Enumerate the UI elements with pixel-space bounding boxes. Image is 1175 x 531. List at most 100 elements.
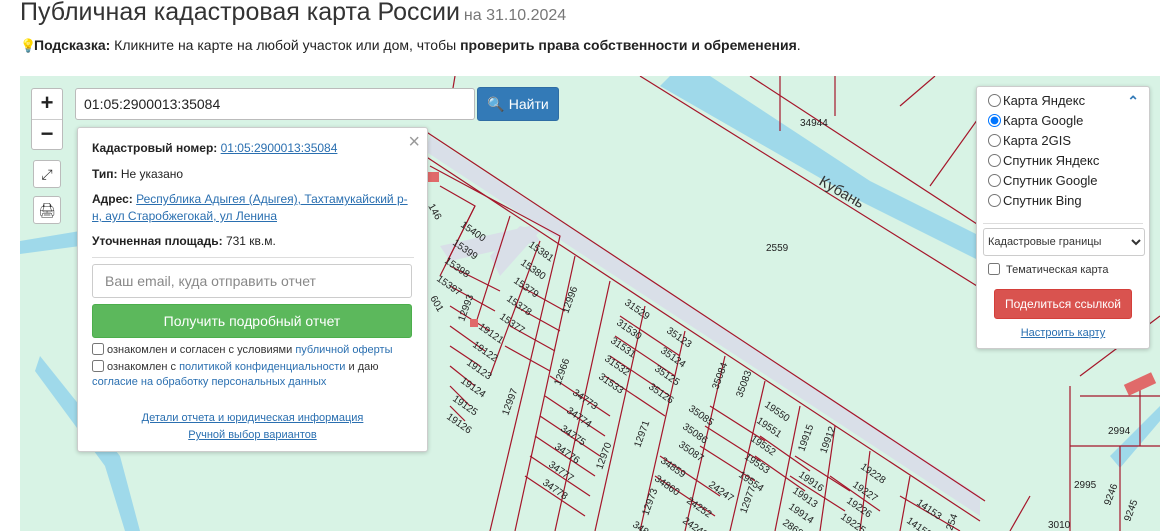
parcel-label: 34944 — [800, 118, 828, 129]
layer-radio[interactable] — [988, 194, 1001, 207]
cadastral-map[interactable]: 34944 2559 146 15400 15399 15398 15397 601 15381… — [20, 76, 1160, 531]
parcel-label: 9246 — [1102, 482, 1120, 507]
address-label: Адрес: — [92, 192, 133, 206]
layer-option-label: Спутник Bing — [1003, 193, 1082, 208]
layer-option[interactable]: Карта Google — [988, 111, 1083, 131]
river-kuban — [660, 76, 980, 261]
layer-radio[interactable] — [988, 154, 1001, 167]
parcel-label: 2559 — [766, 243, 789, 254]
thematic-map-label: Тематическая карта — [1006, 264, 1109, 276]
type-label: Тип: — [92, 167, 118, 181]
hint-label: Подсказка: — [34, 37, 111, 53]
search-button[interactable]: 🔍 Найти — [477, 87, 559, 121]
parcel-label: 12977 — [738, 485, 758, 515]
chevron-up-icon[interactable]: ⌃ — [1127, 93, 1139, 110]
privacy-consent: ознакомлен с политикой конфиденциальност… — [92, 360, 414, 390]
hint-end: . — [796, 37, 801, 53]
layer-option-label: Спутник Яндекс — [1003, 153, 1100, 168]
privacy-link[interactable]: политикой конфиденциальности — [179, 361, 345, 373]
manual-select-link[interactable]: Ручной выбор вариантов — [188, 429, 316, 441]
address-link[interactable]: Республика Адыгея (Адыгея), Тахтамукайск… — [92, 192, 408, 223]
parcel-label: 35084 — [710, 361, 730, 391]
building-marker — [427, 172, 439, 182]
type-row: Тип: Не указано — [92, 166, 414, 183]
layers-panel: ⌃ Карта Яндекс Карта Google Карта 2GIS Спут… — [976, 86, 1150, 349]
hint-bold: проверить права собственности и обремене… — [460, 37, 797, 53]
lightbulb-icon: 💡 — [20, 38, 37, 53]
page-title: Публичная кадастровая карта России на 31.… — [20, 0, 566, 27]
printer-icon: 🖨 — [38, 202, 56, 218]
parcel-label: 146 — [425, 202, 443, 222]
privacy-consent-checkbox[interactable] — [92, 360, 104, 372]
parcel-label: 254 — [944, 512, 960, 531]
layer-option-label: Спутник Google — [1003, 173, 1098, 188]
get-report-button[interactable]: Получить подробный отчет — [92, 304, 412, 338]
offer-consent: ознакомлен и согласен с условиями публич… — [92, 343, 414, 358]
privacy-consent-text: ознакомлен с — [107, 361, 180, 373]
parcel-label: 12966 — [552, 357, 572, 387]
divider — [92, 257, 414, 258]
parcel-label: 12971 — [632, 419, 652, 449]
thematic-map-checkbox[interactable] — [988, 263, 1000, 275]
parcel-label: 12996 — [560, 285, 580, 315]
email-field[interactable] — [92, 264, 412, 298]
offer-consent-checkbox[interactable] — [92, 343, 104, 355]
configure-map-link[interactable]: Настроить карту — [977, 327, 1149, 339]
parcel-label: 19915 — [796, 423, 816, 453]
fullscreen-button[interactable]: ⤢ — [33, 160, 61, 188]
address-row: Адрес: Республика Адыгея (Адыгея), Тахта… — [92, 191, 414, 225]
share-link-button[interactable]: Поделиться ссылкой — [994, 289, 1132, 319]
layer-option[interactable]: Спутник Google — [988, 171, 1098, 191]
layer-radio[interactable] — [988, 114, 1001, 127]
offer-link[interactable]: публичной оферты — [295, 344, 392, 356]
zoom-control: + − — [31, 88, 63, 150]
type-value: Не указано — [120, 167, 184, 181]
parcel-label: 2994 — [1108, 426, 1131, 437]
zoom-out-button[interactable]: − — [32, 119, 62, 150]
layer-radio[interactable] — [988, 174, 1001, 187]
area-label: Уточненная площадь: — [92, 234, 223, 248]
privacy-consent-mid: и даю — [345, 361, 379, 373]
parcel-label: 3010 — [1048, 520, 1071, 531]
search-button-label: Найти — [508, 96, 549, 112]
parcel-label: 14152 — [904, 515, 933, 531]
manual-row: Ручной выбор вариантов — [78, 429, 427, 441]
cadastral-link[interactable]: 01:05:2900013:35084 — [221, 141, 338, 155]
layer-option-label: Карта 2GIS — [1003, 133, 1072, 148]
parcel-label: 34863 — [630, 519, 659, 531]
canal-2 — [1110, 406, 1160, 468]
parcel-label: 31529 — [622, 297, 651, 322]
print-button[interactable]: 🖨 — [33, 196, 61, 224]
hint-line: 💡Подсказка: Кликните на карте на любой у… — [20, 37, 801, 54]
layer-select[interactable]: Кадастровые границы — [983, 228, 1145, 256]
thematic-map-toggle: Тематическая карта — [988, 263, 1108, 276]
building-marker — [470, 319, 478, 327]
layer-option-label: Карта Яндекс — [1003, 93, 1086, 108]
area-row: Уточненная площадь: 731 кв.м. — [92, 233, 414, 250]
layer-option[interactable]: Спутник Bing — [988, 191, 1082, 211]
layer-option[interactable]: Карта Яндекс — [988, 91, 1085, 111]
page-date: на 31.10.2024 — [463, 7, 567, 24]
layer-option[interactable]: Карта 2GIS — [988, 131, 1071, 151]
parcel-label: 14153 — [914, 497, 943, 522]
page-title-text: Публичная кадастровая карта России — [20, 0, 460, 26]
parcel-label: 15397 — [434, 273, 463, 298]
cadastral-row: Кадастровый номер: 01:05:2900013:35084 — [92, 140, 414, 157]
layer-option-label: Карта Google — [1003, 113, 1084, 128]
parcel-label: 601 — [427, 294, 445, 314]
parcel-label: 2995 — [1074, 480, 1097, 491]
search-input[interactable] — [75, 88, 475, 120]
parcel-info-panel: × Кадастровый номер: 01:05:2900013:35084… — [77, 127, 428, 452]
parcel-label: 12993 — [456, 293, 476, 323]
divider — [983, 223, 1143, 224]
area-value: 731 кв.м. — [225, 234, 276, 248]
zoom-in-button[interactable]: + — [32, 89, 62, 119]
data-processing-link[interactable]: согласие на обработку персональных данны… — [92, 376, 326, 388]
details-link[interactable]: Детали отчета и юридическая информация — [142, 412, 364, 424]
layer-radio[interactable] — [988, 94, 1001, 107]
search-icon: 🔍 — [487, 95, 505, 112]
layer-radio[interactable] — [988, 134, 1001, 147]
parcel-label: 9245 — [1122, 498, 1140, 523]
parcel-label: 24247 — [706, 479, 735, 504]
layer-option[interactable]: Спутник Яндекс — [988, 151, 1099, 171]
